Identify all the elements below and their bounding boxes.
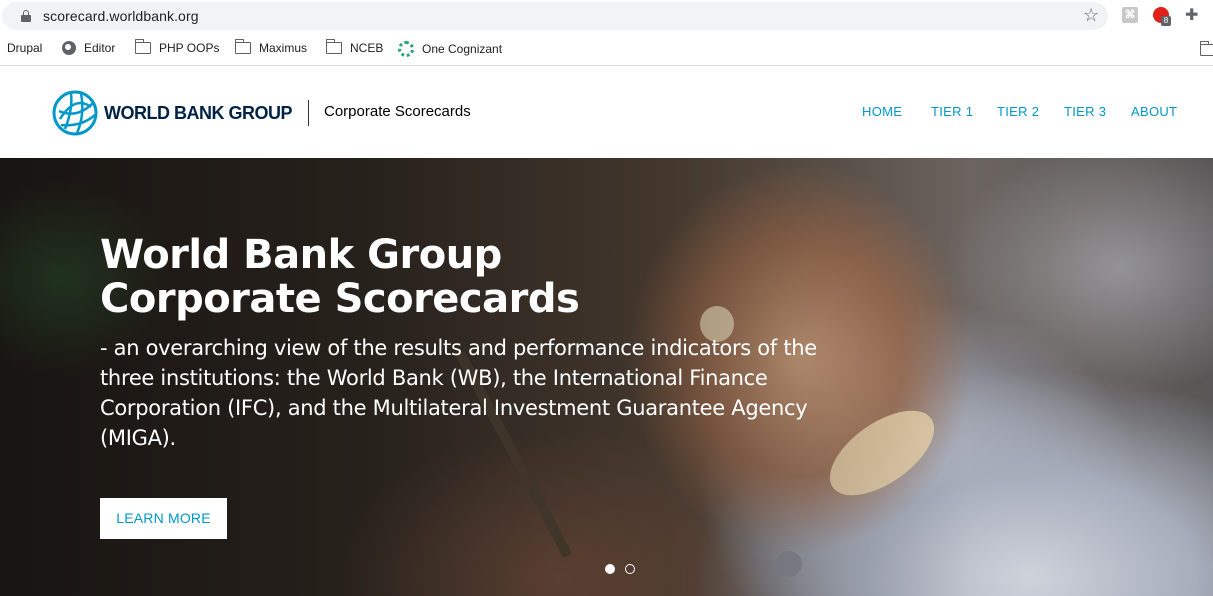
nav-about[interactable]: ABOUT xyxy=(1131,104,1177,119)
logo-divider xyxy=(308,100,309,126)
nav-tier-2[interactable]: TIER 2 xyxy=(997,104,1039,119)
bookmark-label: One Cognizant xyxy=(422,42,503,56)
bookmark-maximus[interactable]: Maximus xyxy=(234,39,308,55)
hero-title: World Bank Group Corporate Scorecards xyxy=(100,232,580,322)
folder-icon xyxy=(134,39,151,54)
address-bar[interactable]: scorecard.worldbank.org ☆ xyxy=(2,2,1108,30)
bookmark-php-oops[interactable]: PHP OOPs xyxy=(134,39,220,55)
hero-description: - an overarching view of the results and… xyxy=(100,336,817,450)
other-bookmarks-folder-icon[interactable] xyxy=(1199,41,1213,61)
bookmark-label: Editor xyxy=(84,41,116,55)
nav-home[interactable]: HOME xyxy=(862,104,902,119)
extension-badge-count: 8 xyxy=(1161,16,1171,26)
folder-icon xyxy=(325,39,342,54)
cognizant-icon xyxy=(398,41,414,57)
nav-tier-1[interactable]: TIER 1 xyxy=(931,104,973,119)
globe-icon xyxy=(62,41,76,55)
extension-badge-icon[interactable]: 8 xyxy=(1153,7,1171,26)
learn-more-button[interactable]: LEARN MORE xyxy=(100,498,227,539)
bookmark-label: PHP OOPs xyxy=(159,41,220,55)
bookmark-one-cognizant[interactable]: One Cognizant xyxy=(398,41,502,57)
url-text[interactable]: scorecard.worldbank.org xyxy=(43,8,199,24)
bookmark-nceb[interactable]: NCEB xyxy=(325,39,384,55)
carousel-dot-1[interactable] xyxy=(605,564,615,574)
browser-toolbar: scorecard.worldbank.org ☆ ⌘ 8 ✚ xyxy=(0,0,1213,33)
nav-tier-3[interactable]: TIER 3 xyxy=(1064,104,1106,119)
site-subtitle: Corporate Scorecards xyxy=(324,103,471,120)
globe-logo-icon xyxy=(52,90,98,136)
carousel-dot-2[interactable] xyxy=(625,564,635,574)
bookmark-editor[interactable]: Editor xyxy=(62,41,115,55)
site-header: WORLD BANK GROUP Corporate Scorecards HO… xyxy=(0,67,1213,158)
world-bank-logo[interactable]: WORLD BANK GROUP xyxy=(51,89,293,137)
hero-carousel: World Bank Group Corporate Scorecards - … xyxy=(0,158,1213,596)
bookmark-star-icon[interactable]: ☆ xyxy=(1083,5,1099,26)
bookmark-label: Drupal xyxy=(7,41,43,55)
bookmark-drupal[interactable]: Drupal xyxy=(7,41,42,55)
bookmarks-bar: Drupal Editor PHP OOPs Maximus NCEB One … xyxy=(0,33,1213,66)
lock-icon xyxy=(21,10,31,22)
extension-icon[interactable]: ⌘ xyxy=(1122,7,1138,23)
bookmark-label: NCEB xyxy=(350,41,384,55)
bookmark-label: Maximus xyxy=(259,41,308,55)
logo-wordmark: WORLD BANK GROUP xyxy=(104,102,293,123)
folder-icon xyxy=(234,39,251,54)
puzzle-icon[interactable]: ✚ xyxy=(1185,5,1198,25)
